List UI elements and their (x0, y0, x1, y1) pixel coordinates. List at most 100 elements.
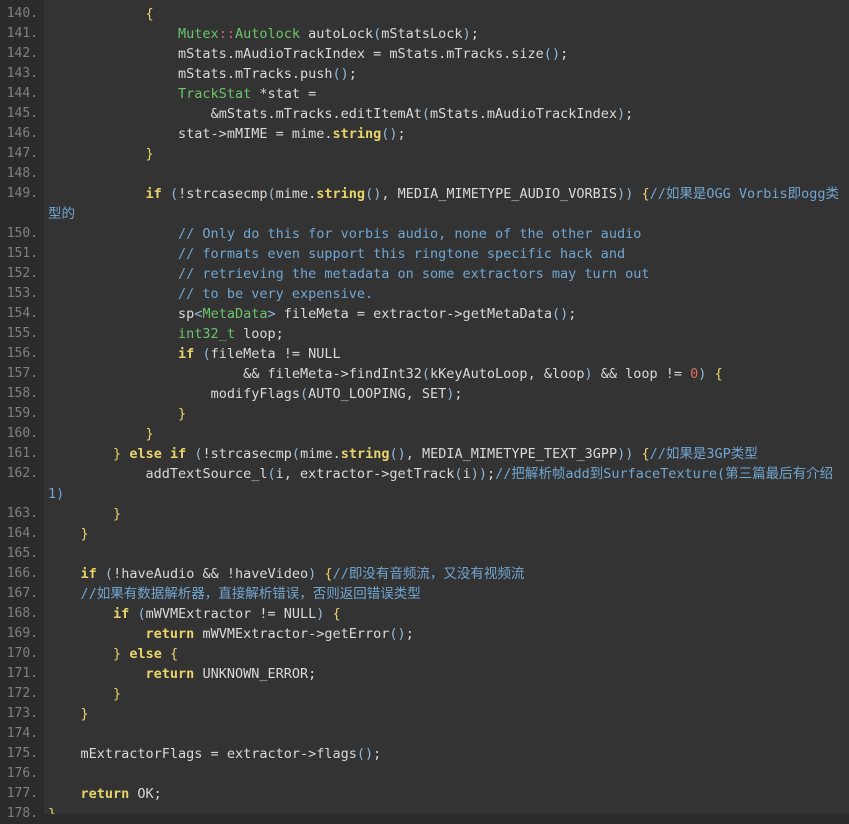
code-token: } (146, 146, 154, 162)
code-line[interactable]: if (!strcasecmp(mime.string(), MEDIA_MIM… (48, 184, 849, 224)
code-token: ( (268, 186, 276, 202)
code-token (48, 66, 178, 82)
code-line[interactable]: // to be very expensive. (48, 284, 849, 304)
code-token: ; (349, 66, 357, 82)
code-token: Mutex (178, 26, 219, 42)
code-content-area[interactable]: { Mutex::Autolock autoLock(mStatsLock); … (44, 0, 849, 814)
code-viewer[interactable]: 140.141.142.143.144.145.146.147.148.149.… (0, 0, 849, 814)
code-line[interactable]: if (mWVMExtractor != NULL) { (48, 604, 849, 624)
code-token: mWVMExtractor->getError (194, 626, 389, 642)
code-token (48, 126, 178, 142)
line-number: 154. (0, 304, 44, 324)
line-number: 165. (0, 544, 44, 564)
code-token (48, 246, 178, 262)
code-line[interactable]: } (48, 404, 849, 424)
code-line[interactable]: } else { (48, 644, 849, 664)
line-number: 178. (0, 804, 44, 824)
code-token: ) (365, 746, 373, 762)
code-line[interactable]: mStats.mTracks.push(); (48, 64, 849, 84)
line-number: 177. (0, 784, 44, 804)
code-token: ) (398, 626, 406, 642)
code-token: ( (267, 466, 275, 482)
code-token: ) (617, 186, 625, 202)
code-line[interactable]: mExtractorFlags = extractor->flags(); (48, 744, 849, 764)
code-token (633, 446, 641, 462)
code-line[interactable] (48, 164, 849, 184)
code-token (48, 186, 146, 202)
code-line[interactable]: } (48, 684, 849, 704)
code-token: else (129, 446, 162, 462)
code-line[interactable]: stat->mMIME = mime.string(); (48, 124, 849, 144)
code-token: { (715, 366, 723, 382)
code-line[interactable] (48, 544, 849, 564)
code-line[interactable]: TrackStat *stat = (48, 84, 849, 104)
code-line[interactable]: } (48, 804, 849, 814)
code-line[interactable]: // formats even support this ringtone sp… (48, 244, 849, 264)
code-token: if (178, 346, 194, 362)
code-line[interactable]: } (48, 144, 849, 164)
code-token: ( (365, 186, 373, 202)
code-token (48, 706, 81, 722)
code-token: loop; (235, 326, 284, 342)
code-line[interactable]: return UNKNOWN_ERROR; (48, 664, 849, 684)
code-line[interactable]: // retrieving the metadata on some extra… (48, 264, 849, 284)
code-token (48, 786, 81, 802)
code-line[interactable]: mStats.mAudioTrackIndex = mStats.mTracks… (48, 44, 849, 64)
code-line[interactable]: addTextSource_l(i, extractor->getTrack(i… (48, 464, 849, 504)
code-token: , MEDIA_MIMETYPE_AUDIO_VORBIS (381, 186, 617, 202)
code-token: // Only do this for vorbis audio, none o… (178, 226, 641, 242)
code-token: if (170, 446, 186, 462)
code-token: kKeyAutoLoop, &loop (430, 366, 584, 382)
line-number: 174. (0, 724, 44, 744)
code-token: // to be very expensive. (178, 286, 373, 302)
code-token: , MEDIA_MIMETYPE_TEXT_3GPP (406, 446, 617, 462)
code-token (48, 146, 146, 162)
code-line[interactable]: &mStats.mTracks.editItemAt(mStats.mAudio… (48, 104, 849, 124)
code-token: { (641, 186, 649, 202)
line-number: 166. (0, 564, 44, 584)
code-line[interactable]: } (48, 704, 849, 724)
code-token: :: (219, 26, 235, 42)
code-token: } (48, 806, 56, 814)
code-token: OK; (129, 786, 162, 802)
code-token: ( (137, 606, 145, 622)
code-token: *stat = (251, 86, 316, 102)
code-line[interactable] (48, 724, 849, 744)
code-line[interactable]: } (48, 524, 849, 544)
code-line[interactable]: Mutex::Autolock autoLock(mStatsLock); (48, 24, 849, 44)
code-line[interactable]: int32_t loop; (48, 324, 849, 344)
code-token: sp (178, 306, 194, 322)
line-number: 144. (0, 84, 44, 104)
code-token: ( (454, 466, 462, 482)
code-token: ; (406, 626, 414, 642)
line-number: 151. (0, 244, 44, 264)
code-token: mExtractorFlags = extractor->flags (81, 746, 357, 762)
code-token (48, 86, 178, 102)
code-line[interactable]: modifyFlags(AUTO_LOOPING, SET); (48, 384, 849, 404)
code-line[interactable]: } (48, 504, 849, 524)
code-line[interactable] (48, 764, 849, 784)
code-token (48, 326, 178, 342)
code-token: ) (389, 126, 397, 142)
code-line[interactable]: sp<MetaData> fileMeta = extractor->getMe… (48, 304, 849, 324)
code-token: MetaData (202, 306, 267, 322)
code-token (48, 266, 178, 282)
code-line[interactable]: return OK; (48, 784, 849, 804)
code-line[interactable]: if (!haveAudio && !haveVideo) {//即没有音频流，… (48, 564, 849, 584)
code-line[interactable]: if (fileMeta != NULL (48, 344, 849, 364)
code-token: modifyFlags (211, 386, 300, 402)
code-token: ; (398, 126, 406, 142)
code-line[interactable]: //如果有数据解析器，直接解析错误，否则返回错误类型 (48, 584, 849, 604)
code-line[interactable]: return mWVMExtractor->getError(); (48, 624, 849, 644)
code-line[interactable]: && fileMeta->findInt32(kKeyAutoLoop, &lo… (48, 364, 849, 384)
code-token: return (146, 666, 195, 682)
code-token: && loop != (593, 366, 691, 382)
code-token: ; (487, 466, 495, 482)
code-line[interactable]: } (48, 424, 849, 444)
code-line[interactable]: } else if (!strcasecmp(mime.string(), ME… (48, 444, 849, 464)
code-line[interactable]: { (48, 4, 849, 24)
code-line[interactable]: // Only do this for vorbis audio, none o… (48, 224, 849, 244)
code-token: ( (194, 446, 202, 462)
line-number: 160. (0, 424, 44, 444)
code-token: ( (300, 386, 308, 402)
